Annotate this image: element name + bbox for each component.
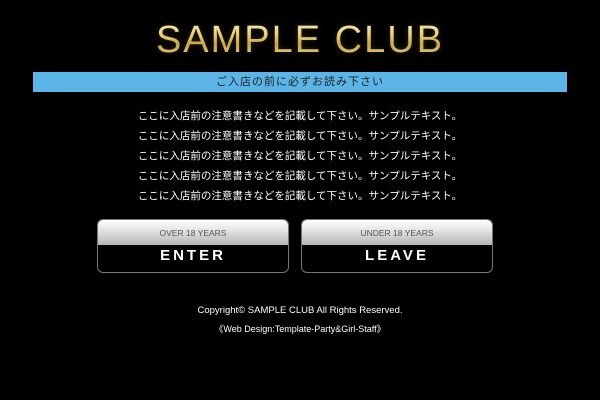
enter-button[interactable]: OVER 18 YEARS ENTER: [97, 219, 289, 273]
notice-line: ここに入店前の注意書きなどを記載して下さい。サンプルテキスト。: [137, 190, 463, 202]
enter-button-caption: OVER 18 YEARS: [98, 220, 288, 245]
notice-line: ここに入店前の注意書きなどを記載して下さい。サンプルテキスト。: [137, 150, 463, 162]
copyright-text: Copyright© SAMPLE CLUB All Rights Reserv…: [197, 305, 403, 316]
enter-button-label: ENTER: [160, 247, 226, 264]
notice-title-bar: ご入店の前に必ずお読み下さい: [33, 72, 567, 92]
notice-line: ここに入店前の注意書きなどを記載して下さい。サンプルテキスト。: [137, 110, 463, 122]
design-credit-link[interactable]: 《Web Design:Template-Party&Girl-Staff》: [0, 322, 600, 336]
notice-line: ここに入店前の注意書きなどを記載して下さい。サンプルテキスト。: [137, 170, 463, 182]
site-logo: SAMPLE CLUB: [0, 18, 600, 62]
leave-button-caption: UNDER 18 YEARS: [302, 220, 492, 245]
notice-line: ここに入店前の注意書きなどを記載して下さい。サンプルテキスト。: [137, 130, 463, 142]
leave-button[interactable]: UNDER 18 YEARS LEAVE: [301, 219, 493, 273]
leave-button-label: LEAVE: [365, 247, 429, 264]
notice-list: ここに入店前の注意書きなどを記載して下さい。サンプルテキスト。 ここに入店前の注…: [0, 106, 600, 206]
